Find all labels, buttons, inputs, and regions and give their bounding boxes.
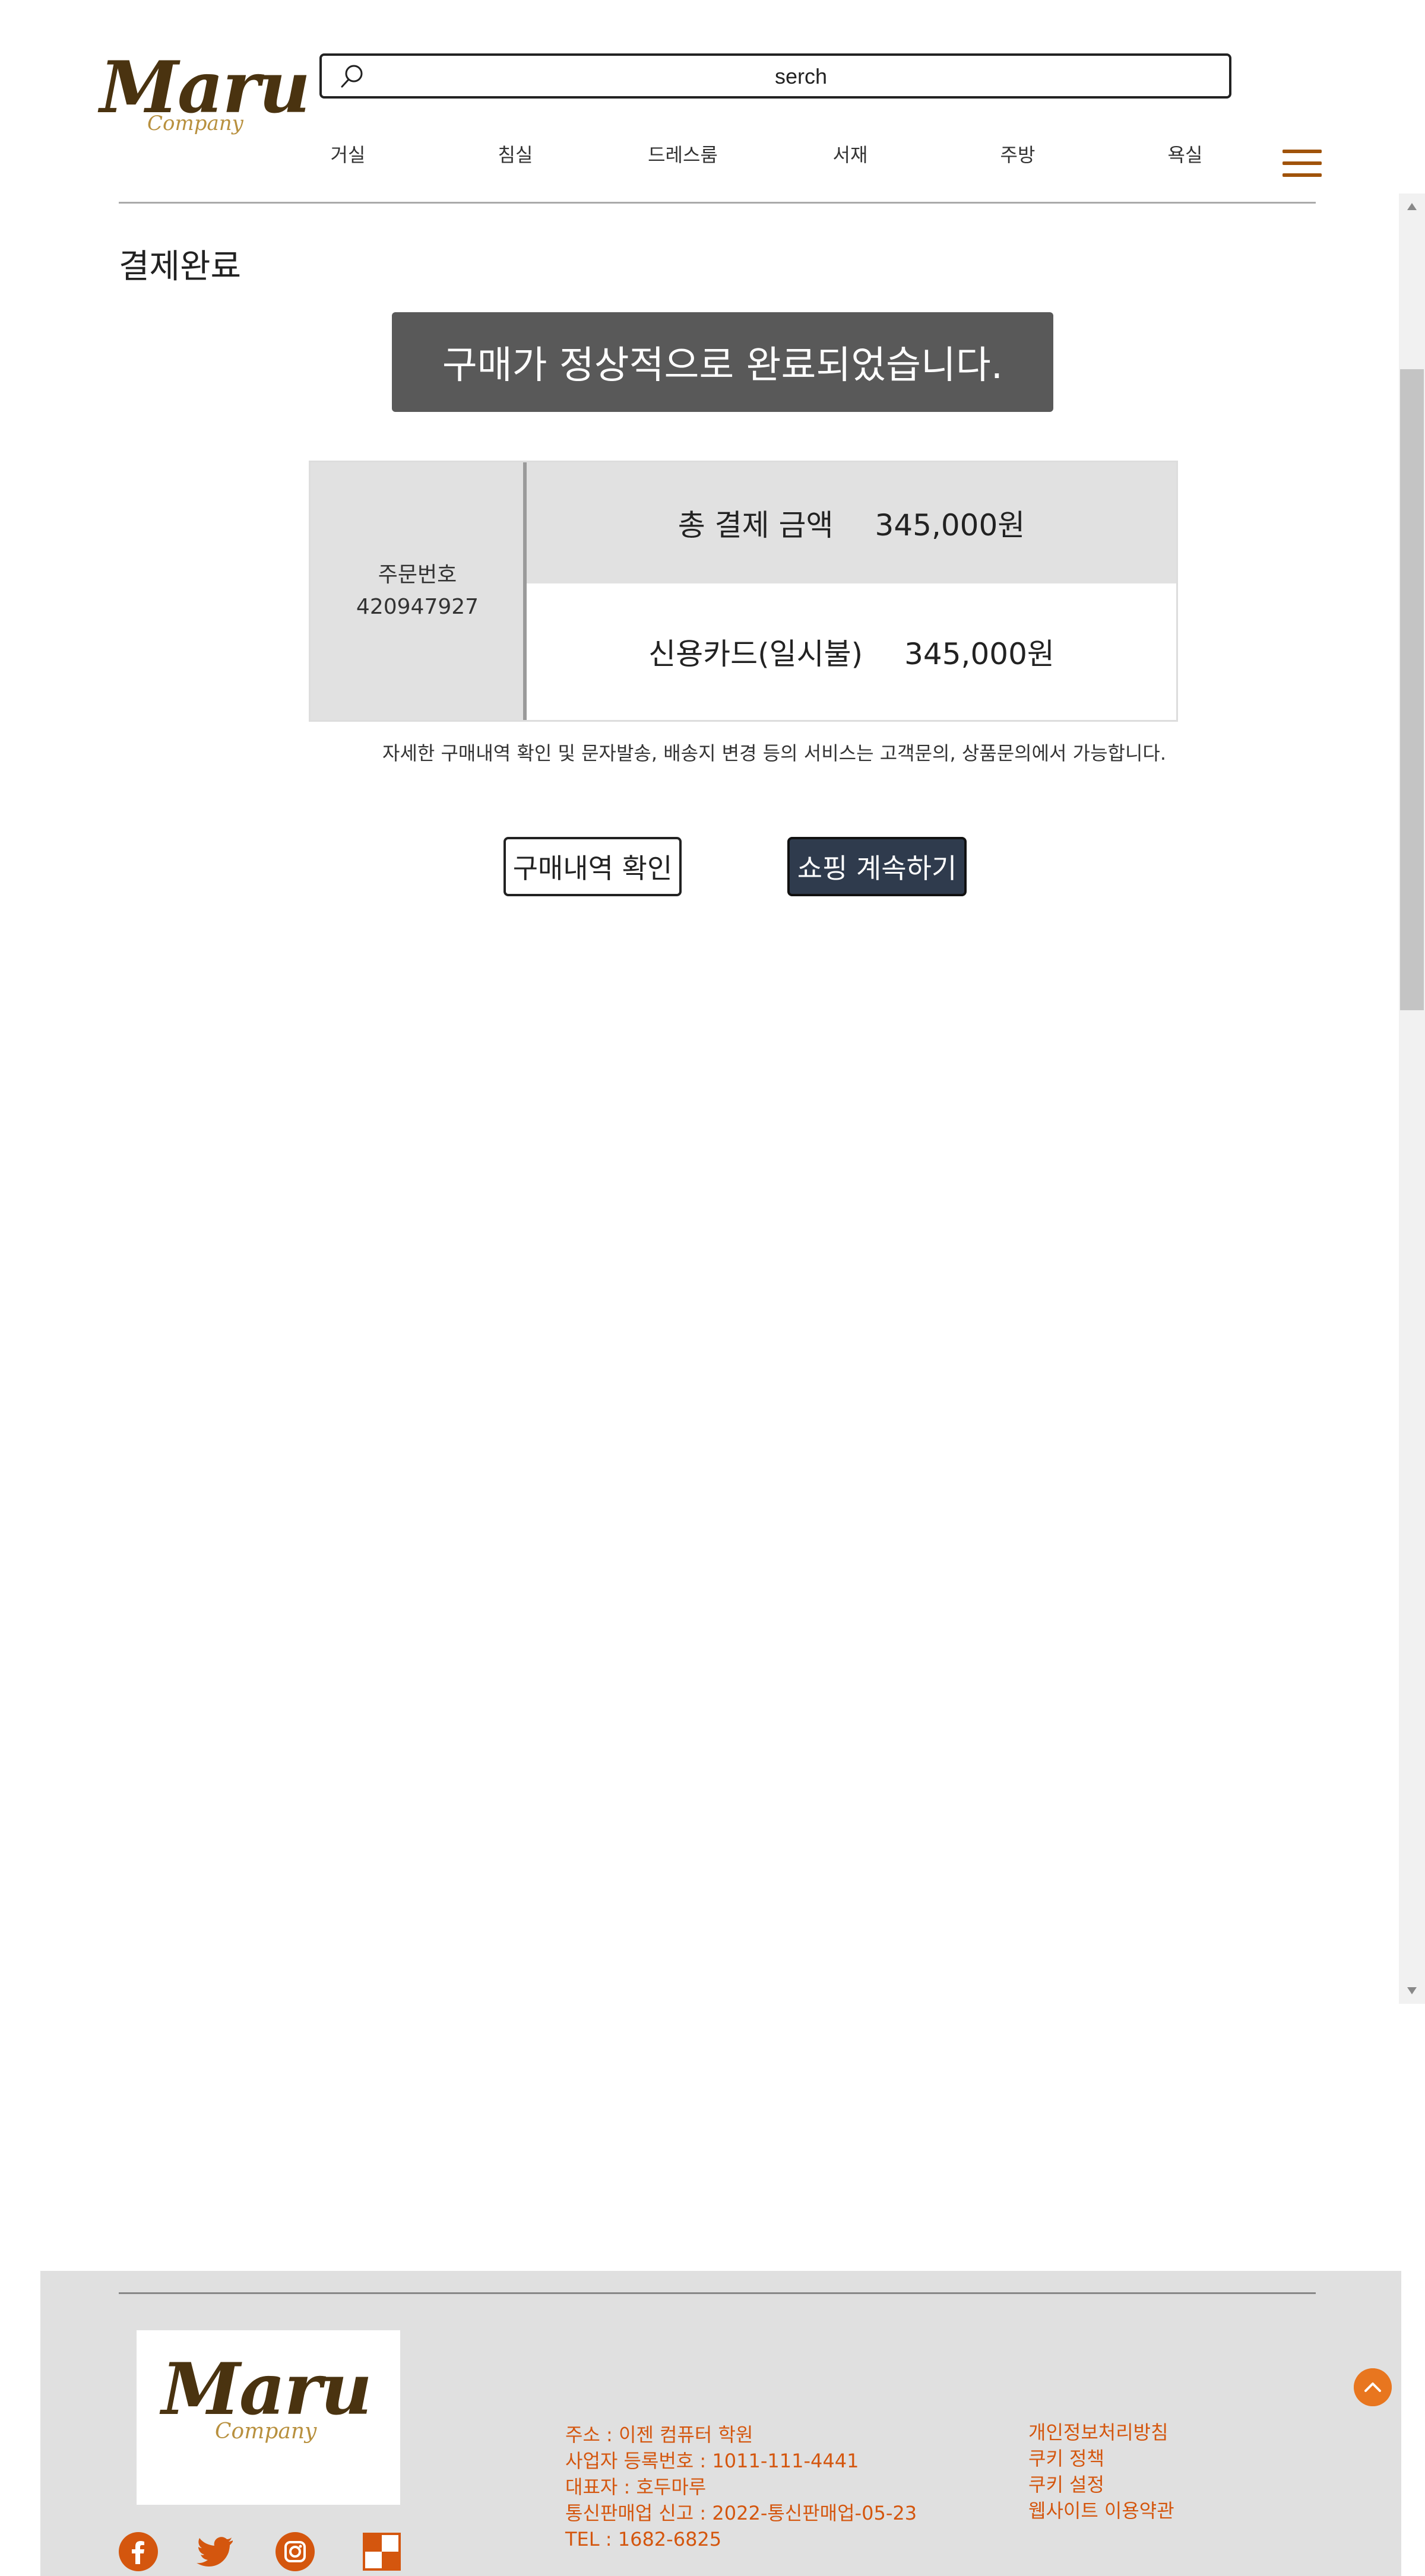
instagram-icon[interactable] [276,2532,315,2571]
scroll-down-arrow-icon[interactable] [1399,1978,1425,2004]
info-representative: 대표자 : 호두마루 [565,2476,707,2498]
hamburger-icon[interactable] [1282,150,1322,179]
nav-item-bathroom[interactable]: 욕실 [1101,140,1269,176]
category-nav: 거실 침실 드레스룸 서재 주방 욕실 [264,140,1297,176]
footer: Maru Company 주소 : 이젠 컴퓨터 학원 사업자 등록번호 : 1… [40,2271,1401,2576]
order-number-cell: 주문번호 420947927 [311,462,524,720]
page-title: 결제완료 [119,248,242,286]
total-amount-value: 345,000원 [875,508,1025,543]
order-number-label: 주문번호 [378,563,457,587]
scrollbar[interactable] [1399,193,1425,2004]
total-amount-row: 총 결제 금액 345,000원 [527,462,1176,583]
link-privacy-policy[interactable]: 개인정보처리방침 [1028,2419,1174,2445]
nav-item-dressroom[interactable]: 드레스룸 [599,140,767,176]
footer-logo-wordmark: Maru [162,2347,372,2431]
total-amount-label: 총 결제 금액 [677,508,834,543]
facebook-icon[interactable] [119,2532,158,2571]
view-history-button[interactable]: 구매내역 확인 [504,837,682,896]
policy-links: 개인정보처리방침 쿠키 정책 쿠키 설정 웹사이트 이용약관 [1028,2419,1174,2524]
link-terms-of-use[interactable]: 웹사이트 이용약관 [1028,2498,1174,2524]
service-notice: 자세한 구매내역 확인 및 문자발송, 배송지 변경 등의 서비스는 고객문의,… [382,742,1167,764]
search-bar[interactable] [319,53,1231,99]
info-ecommerce-registration: 통신판매업 신고 : 2022-통신판매업-05-23 [565,2502,917,2524]
company-info: 주소 : 이젠 컴퓨터 학원 사업자 등록번호 : 1011-111-4441 … [565,2422,917,2552]
scrollbar-thumb[interactable] [1400,369,1424,1010]
checker-icon[interactable] [362,2532,401,2571]
continue-shopping-button[interactable]: 쇼핑 계속하기 [787,837,967,896]
payment-amount-value: 345,000원 [904,637,1054,671]
order-summary: 주문번호 420947927 총 결제 금액 345,000원 신용카드(일시불… [309,461,1178,722]
search-icon[interactable] [337,62,367,91]
order-number-value: 420947927 [356,595,479,619]
link-cookie-settings[interactable]: 쿠키 설정 [1028,2472,1174,2498]
scroll-up-arrow-icon[interactable] [1399,193,1425,220]
success-banner: 구매가 정상적으로 완료되었습니다. [392,312,1053,412]
search-input[interactable] [375,56,1227,97]
twitter-icon[interactable] [196,2532,235,2571]
logo-subtitle: Company [147,112,243,135]
chevron-up-icon[interactable] [1354,2368,1392,2406]
header-divider [119,202,1316,204]
nav-item-kitchen[interactable]: 주방 [934,140,1101,176]
payment-method-label: 신용카드(일시불) [648,637,863,671]
footer-divider [119,2292,1316,2294]
info-business-number: 사업자 등록번호 : 1011-111-4441 [565,2450,859,2472]
footer-logo-subtitle: Company [215,2419,317,2444]
info-phone: TEL : 1682-6825 [565,2528,722,2550]
payment-method-row: 신용카드(일시불) 345,000원 [527,583,1176,720]
nav-item-bedroom[interactable]: 침실 [432,140,599,176]
info-address: 주소 : 이젠 컴퓨터 학원 [565,2423,753,2446]
link-cookie-policy[interactable]: 쿠키 정책 [1028,2445,1174,2472]
site-logo[interactable]: Maru Company [100,52,311,141]
nav-item-living-room[interactable]: 거실 [264,140,432,176]
footer-logo[interactable]: Maru Company [137,2330,400,2505]
nav-item-study[interactable]: 서재 [767,140,934,176]
